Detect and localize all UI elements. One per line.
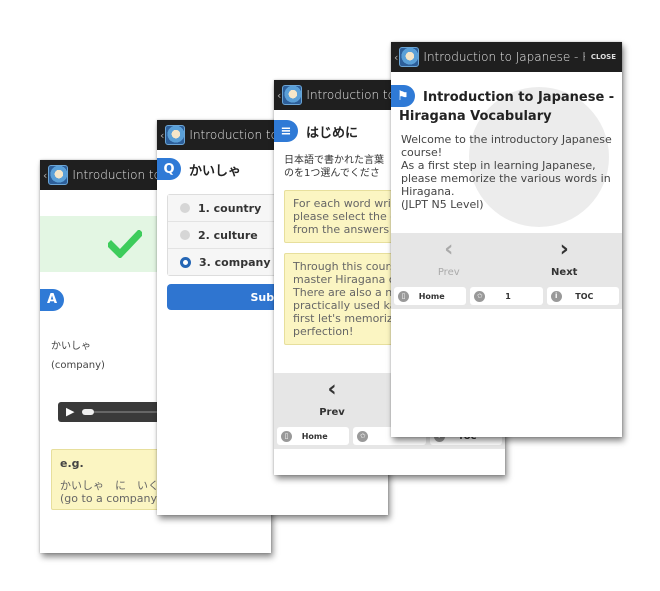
document-icon: ≡ <box>274 120 298 142</box>
app-logo-icon <box>282 85 303 105</box>
checkmark-icon <box>108 230 142 258</box>
question-prompt: かいしゃ <box>189 163 242 179</box>
close-button[interactable]: CLOSE <box>585 53 622 61</box>
body-line: As a first step in learning Japanese, pl… <box>401 159 611 198</box>
cover-title: Introduction to Japanese - Hiragana Voca… <box>399 90 615 124</box>
back-icon[interactable]: ‹ <box>391 51 399 64</box>
star-icon: ✩ <box>474 290 486 302</box>
radio-button-selected[interactable] <box>180 256 191 268</box>
toc-tab[interactable]: i TOC <box>546 287 619 305</box>
app-logo-icon <box>165 125 186 145</box>
radio-button[interactable] <box>180 203 190 213</box>
choice-label: 3. company <box>199 255 271 269</box>
toc-label: TOC <box>575 291 594 301</box>
app-title: Introduction to Japanese - H. <box>423 50 585 64</box>
chevron-left-icon: ‹ <box>327 376 337 402</box>
back-icon[interactable]: ‹ <box>274 89 282 102</box>
prev-button[interactable]: ‹ Prev <box>274 373 390 423</box>
back-icon[interactable]: ‹ <box>157 129 165 142</box>
question-badge: Q <box>157 158 181 180</box>
home-icon: ▯ <box>281 430 292 442</box>
home-label: Home <box>301 431 328 441</box>
choice-label: 2. culture <box>198 228 258 242</box>
prev-button[interactable]: ‹ Prev <box>391 233 507 283</box>
home-label: Home <box>418 291 445 301</box>
play-icon[interactable]: ▶ <box>66 405 74 418</box>
footer-nav: ‹ Prev › Next ▯ Home ✩ 1 i TOC <box>391 233 622 309</box>
bookmark-tab[interactable]: ✩ 1 <box>470 287 543 305</box>
back-icon[interactable]: ‹ <box>40 169 48 182</box>
audio-seek-handle[interactable] <box>82 408 95 415</box>
chevron-left-icon: ‹ <box>444 236 454 262</box>
cover-screen: ‹ Introduction to Japanese - H. CLOSE ⚑ … <box>391 42 622 437</box>
bookmark-count: 1 <box>505 291 511 301</box>
app-logo-icon <box>48 165 69 185</box>
body-line: (JLPT N5 Level) <box>401 198 484 211</box>
cover-content: ⚑ Introduction to Japanese - Hiragana Vo… <box>391 85 622 211</box>
radio-button[interactable] <box>180 230 190 240</box>
body-line: Welcome to the introductory Japanese cou… <box>401 133 612 159</box>
chevron-right-icon: › <box>559 236 569 262</box>
next-button[interactable]: › Next <box>507 233 623 283</box>
answer-badge: A <box>40 288 64 311</box>
app-logo-icon <box>399 47 420 67</box>
home-tab[interactable]: ▯ Home <box>277 427 350 445</box>
home-tab[interactable]: ▯ Home <box>394 287 467 305</box>
star-icon: ✩ <box>357 430 369 442</box>
info-icon: i <box>550 290 562 302</box>
choice-label: 1. country <box>198 201 262 215</box>
cover-body: Welcome to the introductory Japanese cou… <box>401 133 614 211</box>
intro-heading: はじめに <box>306 125 359 141</box>
prev-label: Prev <box>437 266 460 278</box>
prev-label: Prev <box>319 406 345 418</box>
home-icon: ▯ <box>398 290 409 302</box>
next-label: Next <box>551 266 578 278</box>
title-bar: ‹ Introduction to Japanese - H. CLOSE <box>391 42 622 72</box>
